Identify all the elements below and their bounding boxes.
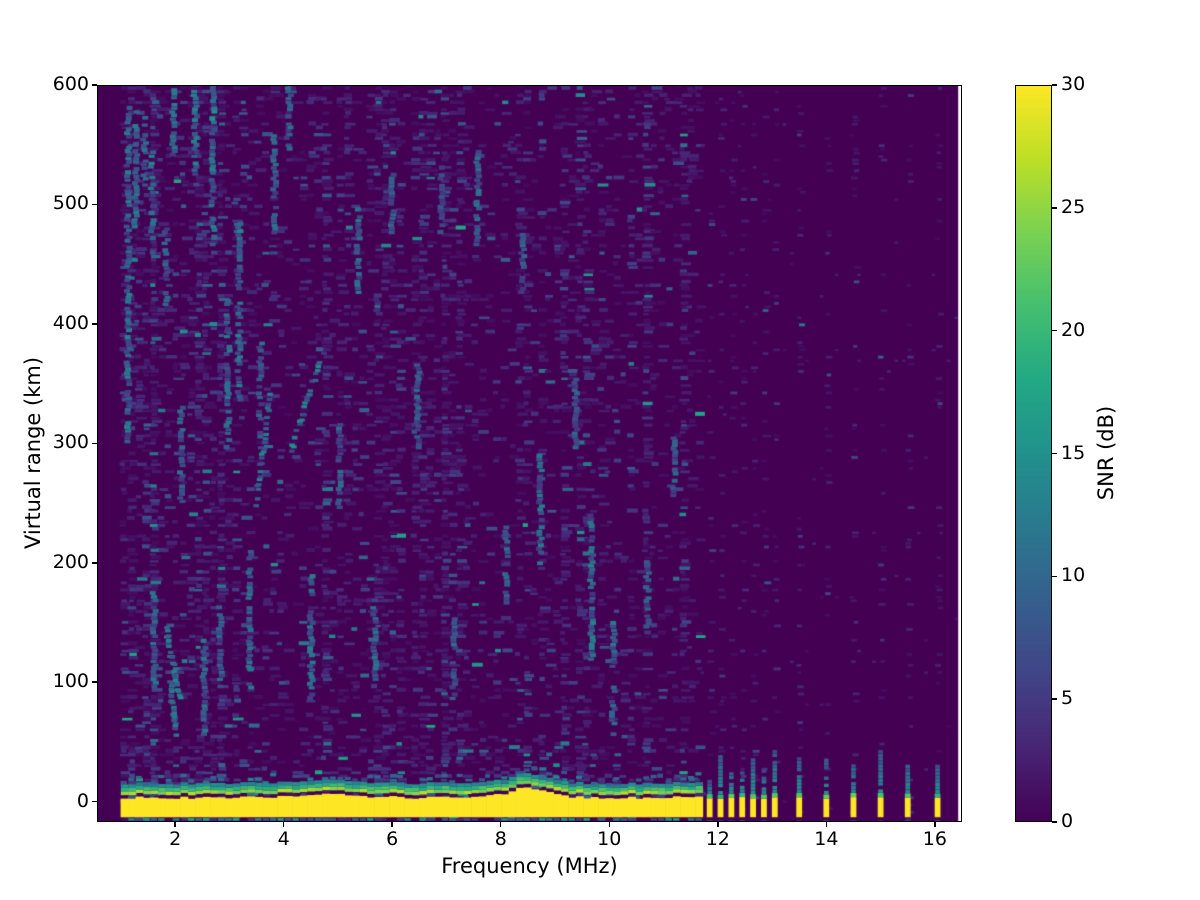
ionogram-figure: IRF Uppsala SDR Ionosonde UP158 2026-03-…: [0, 0, 1200, 900]
colorbar-tick-label: 15: [1061, 441, 1086, 464]
x-tick-mark: [499, 822, 502, 827]
x-tick-mark: [391, 822, 393, 827]
colorbar-tick-label: 5: [1061, 687, 1074, 710]
x-tick-mark: [717, 822, 719, 827]
x-tick-label: 2: [169, 828, 182, 850]
x-axis-label: Frequency (MHz): [441, 854, 618, 878]
x-tick-label: 16: [922, 828, 947, 850]
y-tick-mark: [91, 84, 97, 86]
x-tick-label: 10: [597, 828, 622, 850]
y-tick-label: 100: [52, 670, 89, 693]
x-tick-mark: [608, 822, 611, 827]
y-tick-label: 600: [52, 73, 89, 96]
y-tick-mark: [91, 323, 97, 325]
colorbar-tick-mark: [1052, 207, 1057, 209]
ionogram-heatmap-canvas: [97, 85, 962, 822]
y-tick-mark: [91, 681, 97, 683]
colorbar-tick-label: 20: [1061, 318, 1086, 341]
colorbar-tick-mark: [1052, 821, 1057, 823]
colorbar-tick-label: 10: [1061, 564, 1086, 587]
colorbar-tick-label: 0: [1061, 810, 1074, 833]
colorbar-label: SNR (dB): [1094, 405, 1118, 501]
colorbar-tick-label: 25: [1061, 195, 1086, 218]
colorbar-tick-label: 30: [1061, 73, 1086, 96]
x-tick-label: 12: [705, 828, 730, 850]
y-tick-label: 500: [52, 192, 89, 215]
y-tick-mark: [91, 800, 97, 803]
colorbar-tick-mark: [1052, 698, 1057, 700]
colorbar-tick-mark: [1052, 329, 1057, 332]
x-tick-label: 8: [494, 828, 507, 850]
x-tick-label: 14: [814, 828, 839, 850]
colorbar-tick-mark: [1052, 575, 1057, 578]
x-tick-mark: [934, 822, 936, 827]
x-tick-mark: [825, 822, 828, 827]
x-tick-label: 6: [386, 828, 399, 850]
y-axis-label: Virtual range (km): [21, 356, 45, 550]
x-tick-mark: [174, 822, 176, 827]
y-tick-mark: [91, 442, 97, 445]
y-tick-label: 400: [52, 312, 89, 335]
colorbar-tick-mark: [1052, 452, 1057, 455]
colorbar-gradient: [1015, 85, 1052, 822]
x-tick-mark: [282, 822, 285, 827]
y-tick-label: 0: [76, 789, 89, 812]
y-tick-mark: [91, 562, 97, 564]
y-tick-label: 200: [52, 550, 89, 573]
colorbar-tick-mark: [1052, 84, 1057, 86]
y-tick-mark: [91, 203, 97, 206]
x-tick-label: 4: [277, 828, 290, 850]
